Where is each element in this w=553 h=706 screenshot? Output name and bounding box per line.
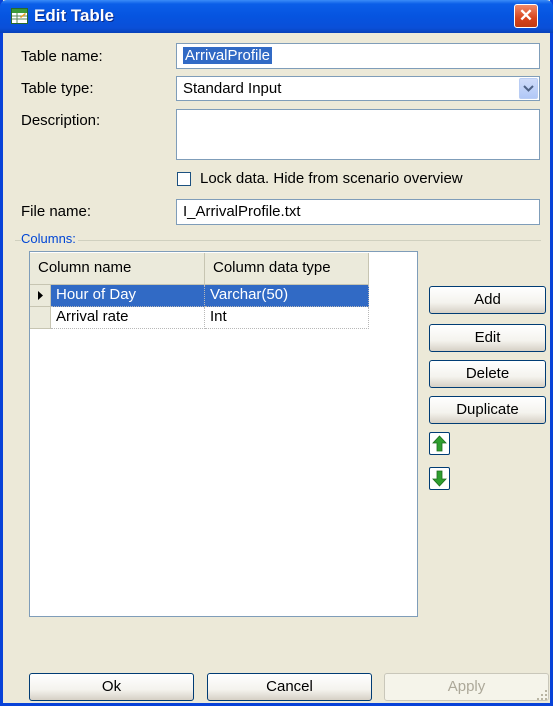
add-button[interactable]: Add [429,286,546,314]
row-selector[interactable] [30,285,51,307]
table-type-label: Table type: [21,80,94,97]
move-down-button[interactable] [429,467,450,490]
file-name-label: File name: [21,203,92,220]
resize-grip-icon[interactable] [536,689,548,701]
move-up-button[interactable] [429,432,450,455]
description-label: Description: [21,112,101,129]
file-name-input[interactable]: I_ArrivalProfile.txt [176,199,540,225]
ok-button[interactable]: Ok [29,673,194,701]
columns-grid[interactable]: Column name Column data type Hour of Day… [29,251,418,617]
edit-table-dialog: Edit Table ✕ Table name: ArrivalProfile … [0,0,553,706]
columns-group-border [15,240,541,241]
apply-button[interactable]: Apply [384,673,549,701]
table-name-input[interactable]: ArrivalProfile [176,43,540,69]
column-header-name[interactable]: Column name [30,253,205,285]
grid-cell-name[interactable]: Hour of Day [51,285,205,307]
table-name-value: ArrivalProfile [183,47,273,64]
edit-button[interactable]: Edit [429,324,546,352]
column-header-type[interactable]: Column data type [205,253,369,285]
cancel-button[interactable]: Cancel [207,673,372,701]
arrow-down-icon [432,470,447,487]
lock-data-label[interactable]: Lock data. Hide from scenario overview [200,170,463,187]
duplicate-button[interactable]: Duplicate [429,396,546,424]
description-textarea[interactable] [176,109,540,160]
current-row-icon [38,291,43,300]
arrow-up-icon [432,435,447,452]
table-type-value: Standard Input [183,80,282,97]
chevron-down-icon[interactable] [519,78,538,99]
close-button[interactable]: ✕ [514,4,538,28]
columns-group-label: Columns: [21,231,78,246]
table-name-label: Table name: [21,48,103,65]
grid-cell-type[interactable]: Varchar(50) [205,285,369,307]
table-type-select[interactable]: Standard Input [176,76,540,101]
lock-data-checkbox[interactable] [177,172,191,186]
title-bar[interactable]: Edit Table ✕ [0,0,553,33]
grid-cell-type[interactable]: Int [205,307,369,329]
window-title: Edit Table [34,6,114,25]
close-icon: ✕ [518,6,534,25]
row-selector[interactable] [30,307,51,329]
grid-cell-name[interactable]: Arrival rate [51,307,205,329]
file-name-value: I_ArrivalProfile.txt [183,203,301,220]
table-edit-icon [11,8,28,24]
delete-button[interactable]: Delete [429,360,546,388]
